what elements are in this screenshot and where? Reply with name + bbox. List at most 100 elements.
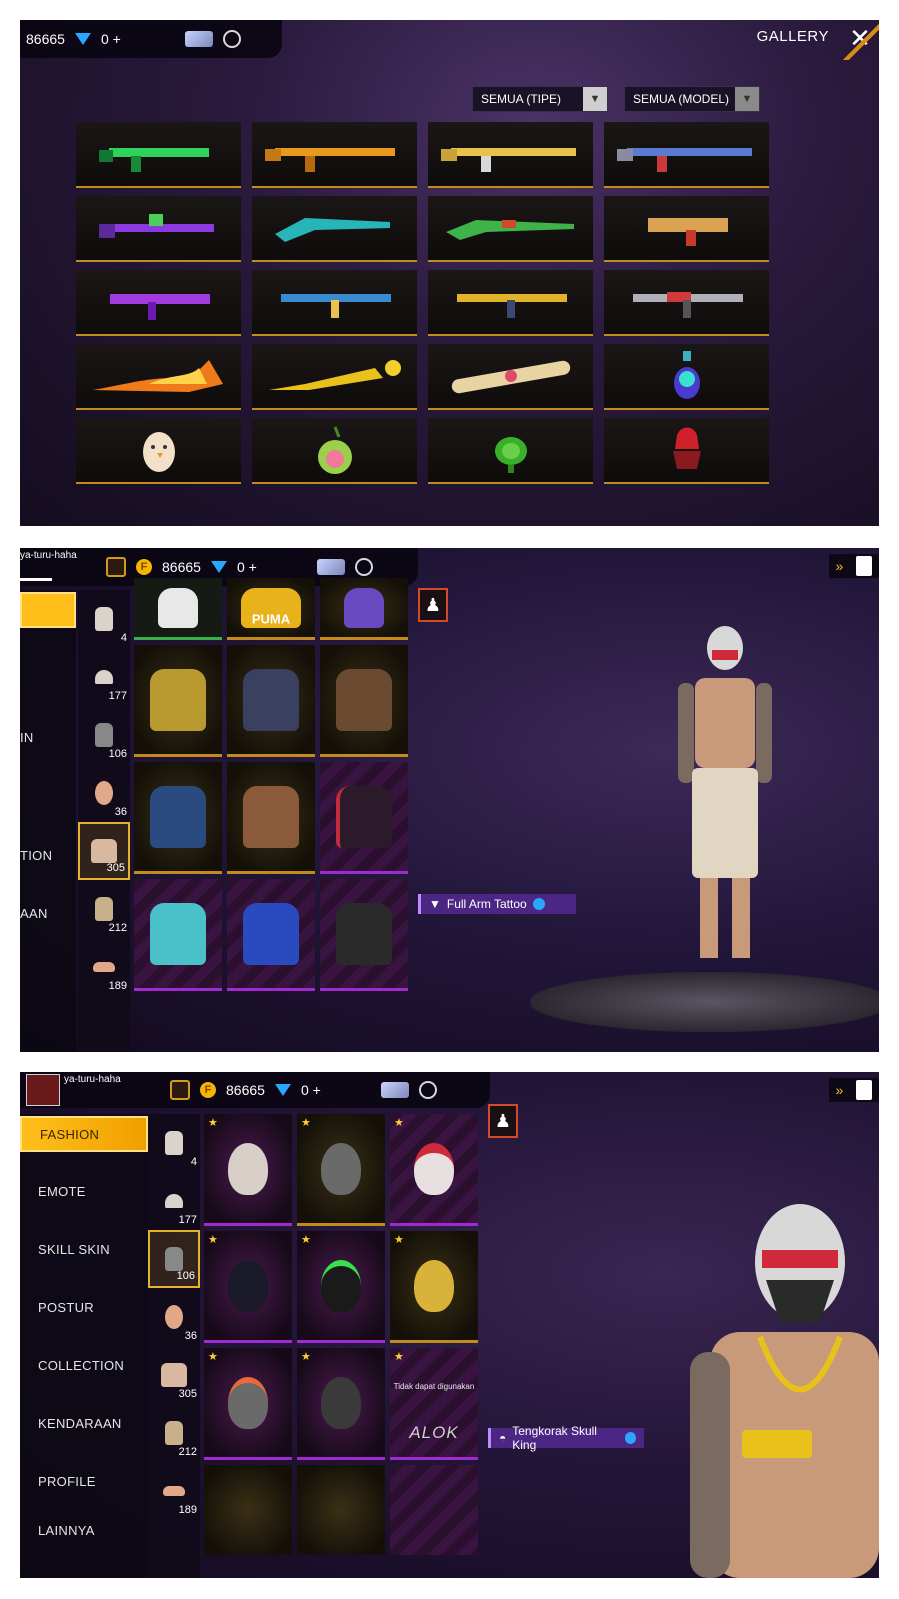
avatar[interactable] — [26, 1074, 60, 1106]
item-tile[interactable] — [134, 762, 222, 874]
outfit-preview-button[interactable]: ♟ — [418, 588, 448, 622]
item-tile[interactable] — [227, 645, 315, 757]
diamond-count[interactable]: 0 + — [101, 31, 121, 47]
item-tile[interactable] — [227, 762, 315, 874]
weapon-tile[interactable] — [428, 344, 593, 410]
menu-item-partial[interactable]: IN — [20, 708, 76, 766]
item-tile[interactable] — [320, 879, 408, 991]
weapon-tile[interactable] — [252, 122, 417, 188]
star-icon: ★ — [394, 1351, 404, 1363]
weapon-tile[interactable] — [76, 344, 241, 410]
item-tile[interactable]: PUMA — [227, 578, 315, 640]
weapon-tile[interactable] — [252, 418, 417, 484]
filter-type-select[interactable]: SEMUA (TIPE) ▼ — [472, 86, 608, 112]
head-icon — [95, 781, 113, 805]
globe-icon[interactable] — [418, 1081, 437, 1099]
category-cap[interactable]: 177 — [78, 648, 130, 706]
info-icon[interactable] — [624, 1432, 636, 1444]
category-shoes[interactable]: 189 — [78, 938, 130, 996]
weapon-tile[interactable] — [428, 122, 593, 188]
item-tile[interactable]: ★ — [390, 1114, 478, 1226]
menu-item-skill-skin[interactable]: SKILL SKIN — [20, 1220, 148, 1278]
category-torso[interactable]: 305 — [78, 822, 130, 880]
weapon-tile[interactable] — [604, 196, 769, 262]
weapon-tile[interactable] — [604, 122, 769, 188]
menu-item-fashion[interactable]: FASHION — [20, 1116, 148, 1152]
item-tile[interactable] — [134, 578, 222, 640]
menu-item-kendaraan[interactable]: KENDARAAN — [20, 1394, 148, 1452]
menu-item-collection[interactable]: COLLECTION — [20, 1336, 148, 1394]
weapon-tile[interactable] — [76, 122, 241, 188]
item-tile[interactable]: ★ — [204, 1231, 292, 1343]
item-tile[interactable]: ★ Tidak dapat digunakan ALOK — [390, 1348, 478, 1460]
menu-item-emote[interactable]: EMOTE — [20, 1162, 148, 1220]
weapon-tile[interactable] — [252, 196, 417, 262]
item-tile[interactable] — [227, 879, 315, 991]
item-tile[interactable]: ★ — [390, 1231, 478, 1343]
selected-item-label[interactable]: ◓ Tengkorak Skull King — [488, 1424, 644, 1452]
category-head[interactable]: 36 — [78, 764, 130, 822]
category-shirt[interactable]: 4 — [78, 590, 130, 648]
item-tile[interactable] — [320, 578, 408, 640]
item-tile[interactable] — [390, 1465, 478, 1555]
double-chevron-icon[interactable]: » — [836, 1082, 844, 1098]
username: ya-turu-haha — [20, 550, 77, 561]
weapon-tile[interactable] — [428, 270, 593, 336]
double-chevron-icon[interactable]: » — [836, 558, 844, 574]
menu-item-partial[interactable]: AAN — [20, 884, 76, 942]
membership-card-icon[interactable] — [380, 1082, 409, 1098]
weapon-tile[interactable] — [604, 270, 769, 336]
rank-badge-icon[interactable] — [170, 1080, 190, 1100]
outfit-preview-button[interactable]: ♟ — [488, 1104, 518, 1138]
page-title: GALLERY — [756, 28, 829, 45]
weapon-tile[interactable] — [604, 344, 769, 410]
category-pants[interactable]: 212 — [78, 880, 130, 938]
rank-badge-icon[interactable] — [106, 557, 126, 577]
item-tile[interactable] — [297, 1465, 385, 1555]
weapon-tile[interactable] — [76, 196, 241, 262]
category-shirt[interactable]: 4 — [148, 1114, 200, 1172]
membership-card-icon[interactable] — [316, 559, 345, 575]
item-tile[interactable]: ★ — [297, 1348, 385, 1460]
menu-item-partial[interactable]: TION — [20, 826, 76, 884]
weapon-tile[interactable] — [252, 344, 417, 410]
item-tile[interactable] — [204, 1465, 292, 1555]
category-head[interactable]: 36 — [148, 1288, 200, 1346]
category-mask[interactable]: 106 — [78, 706, 130, 764]
category-shoes[interactable]: 189 — [148, 1462, 200, 1520]
item-tile[interactable]: ★ — [297, 1114, 385, 1226]
category-pants[interactable]: 212 — [148, 1404, 200, 1462]
item-tile[interactable] — [320, 645, 408, 757]
weapon-tile[interactable] — [428, 418, 593, 484]
item-grid: PUMA — [134, 578, 408, 991]
item-tile[interactable] — [134, 645, 222, 757]
membership-card-icon[interactable] — [184, 31, 213, 47]
selected-item-label[interactable]: ▼ Full Arm Tattoo — [418, 894, 576, 914]
filter-model-select[interactable]: SEMUA (MODEL) ▼ — [624, 86, 760, 112]
profile-icon[interactable] — [856, 556, 873, 576]
item-tile[interactable]: ★ — [204, 1114, 292, 1226]
item-tile[interactable] — [320, 762, 408, 874]
category-cap[interactable]: 177 — [148, 1172, 200, 1230]
item-tile[interactable]: ★ — [204, 1348, 292, 1460]
diamond-count[interactable]: 0 + — [301, 1082, 321, 1098]
weapon-tile[interactable] — [76, 270, 241, 336]
item-tile[interactable]: ★ — [297, 1231, 385, 1343]
category-mask[interactable]: 106 — [148, 1230, 200, 1288]
menu-item-postur[interactable]: POSTUR — [20, 1278, 148, 1336]
menu-item-active[interactable] — [20, 592, 76, 628]
diamond-count[interactable]: 0 + — [237, 559, 257, 575]
menu-item-lainnya[interactable]: LAINNYA — [20, 1510, 148, 1550]
weapon-tile[interactable] — [76, 418, 241, 484]
category-torso[interactable]: 305 — [148, 1346, 200, 1404]
info-icon[interactable] — [532, 898, 545, 910]
menu-item-profile[interactable]: PROFILE — [20, 1452, 148, 1510]
top-right-controls: » — [829, 1078, 879, 1102]
weapon-tile[interactable] — [604, 418, 769, 484]
weapon-tile[interactable] — [428, 196, 593, 262]
globe-icon[interactable] — [354, 558, 373, 576]
globe-icon[interactable] — [222, 30, 241, 48]
weapon-tile[interactable] — [252, 270, 417, 336]
item-tile[interactable] — [134, 879, 222, 991]
profile-icon[interactable] — [856, 1080, 873, 1100]
